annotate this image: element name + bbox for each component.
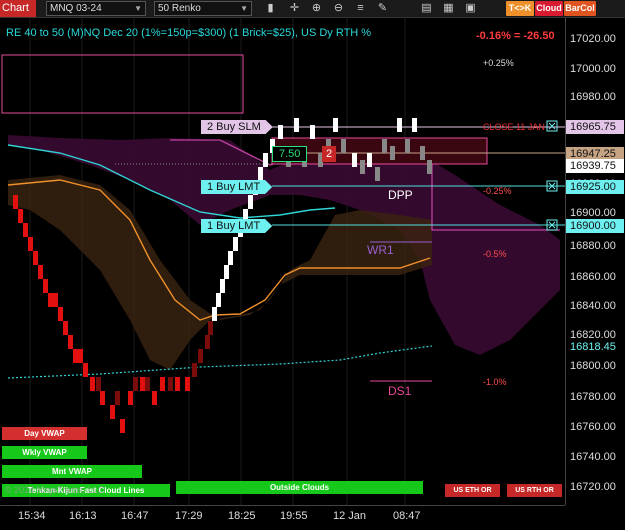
position-pnl-tag[interactable]: 7.50	[272, 146, 308, 162]
time-tick: 17:29	[175, 510, 203, 522]
position-pnl: -0.16% = -26.50	[476, 30, 555, 42]
mnt-vwap-button[interactable]: Mnt VWAP	[2, 465, 142, 478]
price-marker-buy-slm: 16965.75	[566, 120, 624, 134]
price-tick: 16780.00	[570, 391, 616, 403]
zoom-out-icon[interactable]: ⊖	[332, 2, 345, 15]
position-qty-tag[interactable]: 2	[322, 146, 337, 162]
time-tick: 18:25	[228, 510, 256, 522]
bar-type-value: 50 Renko	[158, 3, 201, 14]
outside-clouds-button[interactable]: Outside Clouds	[176, 481, 423, 494]
bar-type-selector[interactable]: 50 Renko ▼	[154, 1, 252, 16]
price-tick: 17020.00	[570, 33, 616, 45]
price-tick: 16760.00	[570, 421, 616, 433]
price-tick: 16980.00	[570, 91, 616, 103]
price-tick: 16900.00	[570, 207, 616, 219]
zoom-in-icon[interactable]: ⊕	[310, 2, 323, 15]
chart-toolbar: Chart MNQ 03-24 ▼ 50 Renko ▼ ▮ ✛ ⊕ ⊖ ≡ ✎…	[0, 0, 625, 18]
wr1-pivot-label: WR1	[367, 243, 394, 257]
price-marker-last: 16939.75	[566, 159, 624, 173]
instrument-value: MNQ 03-24	[50, 3, 102, 14]
barcol-toggle-button[interactable]: BarCol	[564, 1, 596, 16]
time-tick: 19:55	[280, 510, 308, 522]
tk-toggle-button[interactable]: T<>K	[506, 1, 534, 16]
price-tick: 16880.00	[570, 240, 616, 252]
chevron-down-icon: ▼	[240, 4, 248, 13]
dpp-pivot-label: DPP	[388, 188, 413, 202]
order-tag-buy-lmt[interactable]: 1 Buy LMT	[201, 180, 273, 194]
wkly-vwap-button[interactable]: Wkly VWAP	[2, 446, 87, 459]
chart-window-title: Chart	[0, 0, 36, 17]
time-tick: 15:34	[18, 510, 46, 522]
us-eth-or-button[interactable]: US ETH OR	[445, 484, 500, 497]
day-vwap-button[interactable]: Day VWAP	[2, 427, 87, 440]
price-tick: 17000.00	[570, 63, 616, 75]
crosshair-icon[interactable]: ✛	[288, 2, 301, 15]
close-level-label: CLOSE 11 JAN	[483, 122, 545, 132]
zone-rectangle	[1, 54, 244, 114]
time-tick: 08:47	[393, 510, 421, 522]
layout-icon[interactable]: ▣	[464, 2, 477, 15]
pct-level-label: +0.25%	[483, 58, 514, 68]
price-marker-buy-lmt: 16925.00	[566, 180, 624, 194]
price-tick: 16860.00	[570, 271, 616, 283]
ds1-pivot-label: DS1	[388, 384, 412, 398]
order-tag-buy-lmt[interactable]: 1 Buy LMT	[201, 219, 273, 233]
properties-icon[interactable]: ≡	[354, 2, 367, 15]
price-marker-vwap: 16818.45	[566, 340, 624, 354]
price-tick: 16800.00	[570, 360, 616, 372]
time-tick: 12 Jan	[333, 510, 367, 522]
price-tick: 16720.00	[570, 481, 616, 493]
pct-level-label: -1.0%	[483, 377, 507, 387]
us-rth-or-button[interactable]: US RTH OR	[507, 484, 562, 497]
instrument-selector[interactable]: MNQ 03-24 ▼	[46, 1, 146, 16]
strategy-icon[interactable]: ▤	[420, 2, 433, 15]
price-tick: 16740.00	[570, 451, 616, 463]
vwap-dotted-line	[7, 345, 433, 379]
template-icon[interactable]: ▦	[442, 2, 455, 15]
bar-type-icon[interactable]: ▮	[264, 2, 277, 15]
copyright-watermark: © 2024 NinjaTrader, LLC	[5, 485, 105, 495]
order-tag-buy-slm[interactable]: 2 Buy SLM	[201, 120, 273, 134]
price-tick: 16840.00	[570, 300, 616, 312]
time-tick: 16:13	[69, 510, 97, 522]
chevron-down-icon: ▼	[134, 4, 142, 13]
draw-icon[interactable]: ✎	[376, 2, 389, 15]
chart-info-line: RE 40 to 50 (M)NQ Dec 20 (1%=150p=$300) …	[6, 27, 372, 39]
time-tick: 16:47	[121, 510, 149, 522]
pct-level-label: -0.25%	[483, 186, 512, 196]
cloud-toggle-button[interactable]: Cloud	[535, 1, 563, 16]
price-marker-buy-lmt: 16900.00	[566, 219, 624, 233]
pct-level-label: -0.5%	[483, 249, 507, 259]
